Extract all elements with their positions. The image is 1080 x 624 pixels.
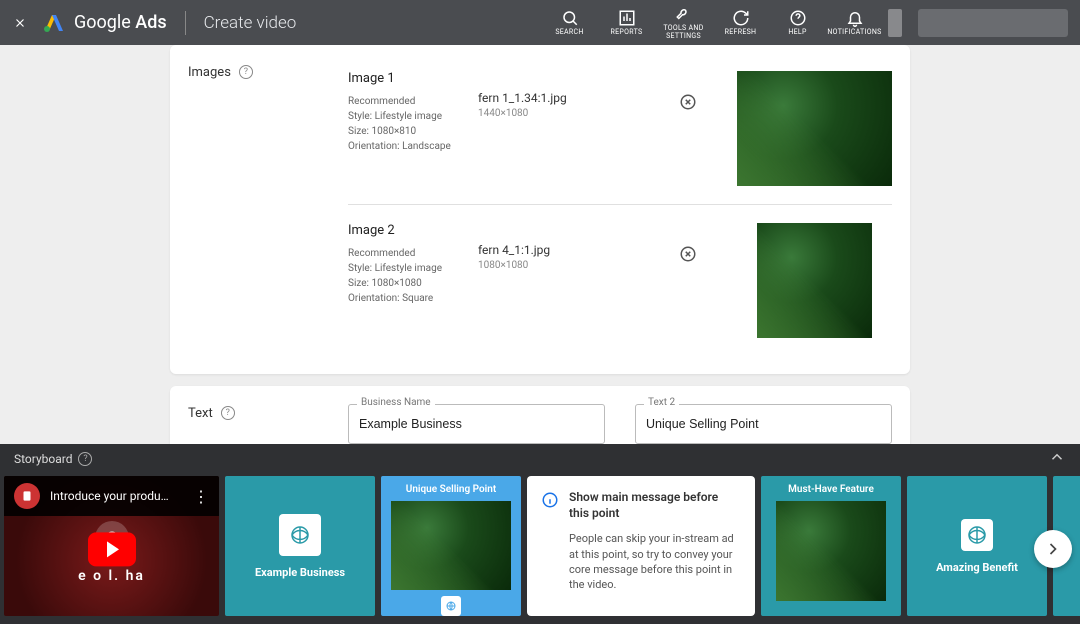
info-icon [541,491,559,509]
text-section-label: Text ? [188,404,348,444]
storyboard-strip[interactable]: Introduce your produ… ⋮ e o l. ha Exampl… [0,474,1080,624]
next-frame-button[interactable] [1034,530,1072,568]
text2-field[interactable]: Text 2 [635,404,892,444]
text2-input[interactable] [646,417,881,431]
storyboard-label: Storyboard [14,452,72,466]
storyboard-panel: Storyboard ? Introduce your produ… ⋮ e o… [0,444,1080,624]
close-button[interactable] [12,15,28,31]
account-indicator[interactable] [888,9,902,37]
brand-label: Google Ads [74,12,167,33]
nav-refresh[interactable]: REFRESH [713,3,768,42]
image-spec-style: Style: Lifestyle image [348,261,458,276]
image-filename: fern 4_1:1.jpg [478,243,659,257]
frame-label: Example Business [255,566,345,579]
field-label: Business Name [357,397,435,408]
image-thumbnail[interactable] [757,223,872,338]
image-thumbnail[interactable] [737,71,892,186]
frame-thumbnail [776,501,886,601]
divider [185,11,186,35]
image-spec-rec: Recommended [348,94,458,109]
image-spec-orientation: Orientation: Landscape [348,139,458,154]
image-filename: fern 1_1.34:1.jpg [478,91,659,105]
video-title: Introduce your produ… [50,489,183,503]
google-ads-logo [42,11,66,35]
image-spec-style: Style: Lifestyle image [348,109,458,124]
business-name-field[interactable]: Business Name [348,404,605,444]
frame-label: Amazing Benefit [936,561,1018,574]
nav-notifications[interactable]: NOTIFICATIONS [827,3,882,42]
nav-tools-settings[interactable]: TOOLS AND SETTINGS [656,3,711,42]
globe-icon [279,514,321,556]
image-dimensions: 1440×1080 [478,108,659,119]
storyboard-frame-6[interactable]: Amazing Benefit [907,476,1047,616]
business-name-input[interactable] [359,417,594,431]
help-icon[interactable]: ? [221,406,235,420]
video-menu-icon[interactable]: ⋮ [193,487,209,506]
storyboard-frame-3[interactable]: Unique Selling Point [381,476,521,616]
play-button[interactable] [88,532,136,566]
image-spec-size: Size: 1080×1080 [348,276,458,291]
field-label: Text 2 [644,397,679,408]
image-spec-orientation: Orientation: Square [348,291,458,306]
globe-chip-icon [441,596,461,616]
account-selector[interactable] [918,9,1068,37]
app-header: Google Ads Create video SEARCH REPORTS T… [0,0,1080,45]
image-spec-size: Size: 1080×810 [348,124,458,139]
storyboard-frame-1[interactable]: Introduce your produ… ⋮ e o l. ha [4,476,219,616]
remove-image-button[interactable] [679,245,697,263]
page-title: Create video [204,13,297,33]
image-row-1: Image 1 Recommended Style: Lifestyle ima… [348,63,892,204]
image-dimensions: 1080×1080 [478,260,659,271]
image-spec-rec: Recommended [348,246,458,261]
globe-icon [961,519,993,551]
frame-thumbnail [391,501,511,590]
help-icon[interactable]: ? [78,452,92,466]
header-nav: SEARCH REPORTS TOOLS AND SETTINGS REFRES… [542,3,882,42]
frame-title: Must-Have Feature [788,484,874,495]
storyboard-frame-5[interactable]: Must-Have Feature [761,476,901,616]
text-card: Text ? Business Name 16 / 50 Text 2 2 [170,386,910,444]
image-row-2: Image 2 Recommended Style: Lifestyle ima… [348,204,892,356]
storyboard-frame-2[interactable]: Example Business [225,476,375,616]
help-icon[interactable]: ? [239,65,253,79]
collapse-storyboard-button[interactable] [1048,448,1066,470]
channel-icon [14,483,40,509]
main-content: Images ? Image 1 Recommended Style: Life… [0,45,1080,444]
images-section-label: Images ? [188,63,348,356]
image-title: Image 1 [348,71,458,86]
frame-title: Unique Selling Point [406,484,496,495]
storyboard-info-card: Show main message before this point Peop… [527,476,755,616]
nav-reports[interactable]: REPORTS [599,3,654,42]
video-overlay-text: e o l. ha [4,568,219,584]
info-title: Show main message before this point [569,490,741,521]
remove-image-button[interactable] [679,93,697,111]
nav-help[interactable]: HELP [770,3,825,42]
images-card: Images ? Image 1 Recommended Style: Life… [170,45,910,374]
info-body: People can skip your in-stream ad at thi… [569,531,741,593]
nav-search[interactable]: SEARCH [542,3,597,42]
image-title: Image 2 [348,223,458,238]
